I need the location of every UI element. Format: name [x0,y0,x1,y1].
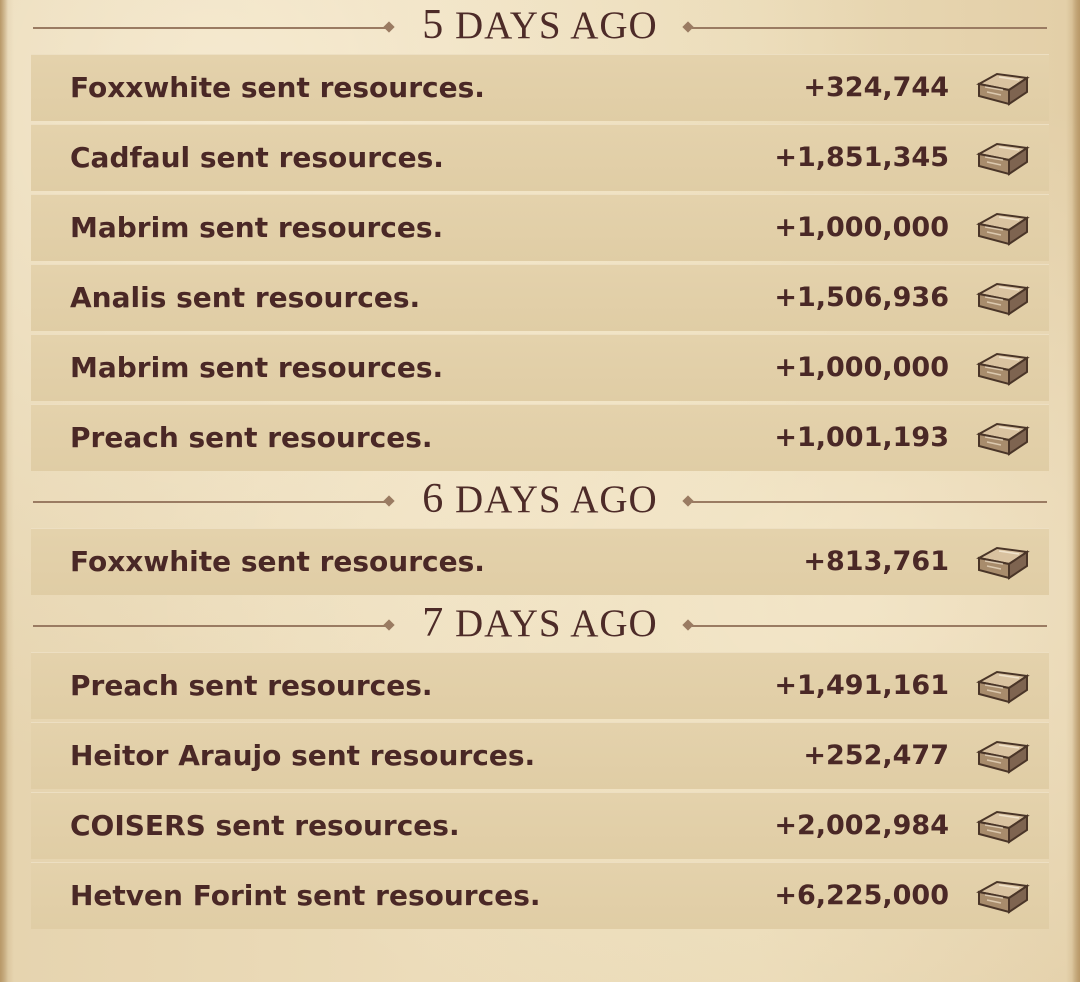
days-count: 5 [422,2,445,48]
resource-amount: +252,477 [803,740,949,771]
log-message: Hetven Forint sent resources. [70,879,541,912]
resource-amount: +1,001,193 [774,422,949,453]
resource-log-row[interactable]: Mabrim sent resources. +1,000,000 [31,194,1049,261]
resource-crate-icon [975,876,1031,916]
resource-log-row[interactable]: COISERS sent resources. +2,002,984 [31,792,1049,859]
header-divider-line-right [692,27,1047,29]
header-divider-line-right [692,501,1047,503]
date-section-header: 6 DAYS AGO [0,474,1080,528]
resource-log-row[interactable]: Foxxwhite sent resources. +813,761 [31,528,1049,595]
days-ago-label: DAYS AGO [455,602,658,645]
log-message: Analis sent resources. [70,281,421,314]
resource-log-row[interactable]: Foxxwhite sent resources. +324,744 [31,54,1049,121]
date-section-header: 7 DAYS AGO [0,598,1080,652]
resource-log-row[interactable]: Heitor Araujo sent resources. +252,477 [31,722,1049,789]
resource-crate-icon [975,348,1031,388]
days-ago-label: DAYS AGO [455,478,658,521]
resource-crate-icon [975,138,1031,178]
resource-log-list[interactable]: 5 DAYS AGO Foxxwhite sent resources. +32… [0,0,1080,932]
resource-amount: +6,225,000 [774,880,949,911]
date-section-header: 5 DAYS AGO [0,0,1080,54]
log-message: Mabrim sent resources. [70,211,444,244]
resource-amount: +1,000,000 [774,212,949,243]
resource-crate-icon [975,278,1031,318]
log-message: Mabrim sent resources. [70,351,444,384]
resource-crate-icon [975,666,1031,706]
log-message: Foxxwhite sent resources. [70,545,485,578]
log-message: COISERS sent resources. [70,809,460,842]
resource-crate-icon [975,208,1031,248]
resource-amount: +2,002,984 [774,810,949,841]
days-count: 7 [422,600,445,646]
resource-crate-icon [975,68,1031,108]
resource-log-row[interactable]: Analis sent resources. +1,506,936 [31,264,1049,331]
resource-amount: +1,491,161 [774,670,949,701]
resource-amount: +1,851,345 [774,142,949,173]
resource-amount: +1,000,000 [774,352,949,383]
resource-crate-icon [975,418,1031,458]
resource-log-row[interactable]: Preach sent resources. +1,491,161 [31,652,1049,719]
log-message: Heitor Araujo sent resources. [70,739,536,772]
header-divider-line-right [692,625,1047,627]
log-message: Preach sent resources. [70,421,433,454]
resource-crate-icon [975,542,1031,582]
days-count: 6 [422,476,445,522]
resource-crate-icon [975,736,1031,776]
log-message: Cadfaul sent resources. [70,141,444,174]
log-message: Preach sent resources. [70,669,433,702]
resource-crate-icon [975,806,1031,846]
resource-log-row[interactable]: Mabrim sent resources. +1,000,000 [31,334,1049,401]
days-ago-label: DAYS AGO [455,4,658,47]
resource-amount: +813,761 [803,546,949,577]
resource-amount: +324,744 [803,72,949,103]
resource-log-row[interactable]: Cadfaul sent resources. +1,851,345 [31,124,1049,191]
resource-log-row[interactable]: Preach sent resources. +1,001,193 [31,404,1049,471]
resource-amount: +1,506,936 [774,282,949,313]
resource-log-row[interactable]: Hetven Forint sent resources. +6,225,000 [31,862,1049,929]
log-message: Foxxwhite sent resources. [70,71,485,104]
